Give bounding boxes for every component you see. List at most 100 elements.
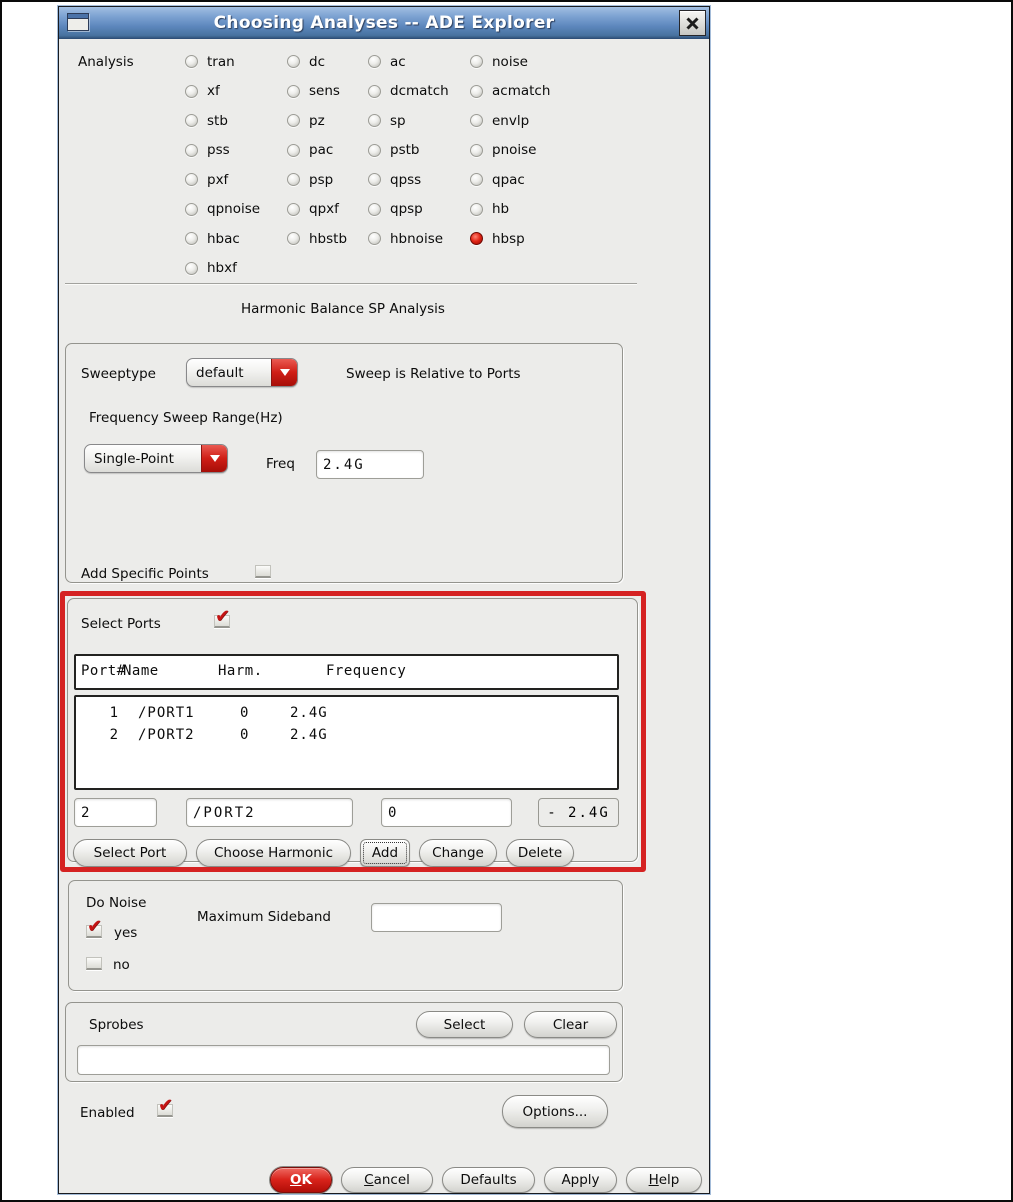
analysis-option-noise[interactable]: noise [470,47,590,77]
ports-table-list[interactable]: 1/PORT1 0 2.4G 2/PORT2 0 2.4G [74,695,619,790]
analysis-option-qpxf[interactable]: qpxf [287,195,368,225]
table-row[interactable]: 2/PORT2 0 2.4G [76,724,617,746]
radio-icon [470,232,483,246]
sweeptype-dropdown[interactable]: default [186,358,298,387]
cancel-button[interactable]: Cancel [341,1167,433,1193]
range-type-dropdown[interactable]: Single-Point [84,444,228,473]
analysis-option-label: noise [492,53,528,70]
do-noise-no-checkbox[interactable] [86,957,102,970]
analysis-option-ac[interactable]: ac [368,47,470,77]
radio-icon [185,173,198,187]
ports-table-header: Port# Name Harm. Frequency [74,654,619,690]
freq-input[interactable] [316,450,424,479]
dialog-title: Choosing Analyses -- ADE Explorer [213,12,555,33]
analysis-option-label: hbsp [492,230,525,247]
analysis-option-label: dc [309,53,325,70]
chevron-down-icon[interactable] [201,445,227,472]
choose-harmonic-button[interactable]: Choose Harmonic [196,839,351,867]
analysis-option-pac[interactable]: pac [287,136,368,166]
radio-icon [287,84,300,98]
defaults-button[interactable]: Defaults [442,1167,535,1193]
ports-column-name: Name [123,663,159,679]
table-cell: 1 [109,705,119,721]
apply-button[interactable]: Apply [544,1167,617,1193]
help-button[interactable]: Help [626,1167,702,1193]
analysis-option-hb[interactable]: hb [470,195,590,225]
analysis-option-hbstb[interactable]: hbstb [287,224,368,254]
table-row[interactable]: 1/PORT1 0 2.4G [76,697,617,724]
radio-icon [287,232,300,246]
sweeptype-label: Sweeptype [81,366,156,382]
radio-icon [185,114,198,128]
analysis-option-pstb[interactable]: pstb [368,136,470,166]
sprobes-clear-button[interactable]: Clear [524,1011,617,1038]
radio-icon [368,84,381,98]
title-bar[interactable]: Choosing Analyses -- ADE Explorer [59,7,709,39]
radio-icon [470,114,483,128]
add-specific-points-checkbox[interactable] [255,565,271,578]
sweep-group: Sweeptype default Sweep is Relative to P… [65,343,623,583]
radio-icon [368,202,381,216]
analysis-option-pxf[interactable]: pxf [185,165,287,195]
analysis-option-pss[interactable]: pss [185,136,287,166]
analysis-option-label: hbnoise [390,230,444,247]
analysis-option-dc[interactable]: dc [287,47,368,77]
do-noise-yes-checkbox[interactable] [86,916,102,938]
options-button[interactable]: Options... [502,1095,608,1128]
section-title: Harmonic Balance SP Analysis [241,301,445,317]
analysis-option-hbac[interactable]: hbac [185,224,287,254]
analysis-option-qpsp[interactable]: qpsp [368,195,470,225]
analysis-option-acmatch[interactable]: acmatch [470,77,590,107]
analysis-option-hbxf[interactable]: hbxf [185,254,287,284]
select-port-button[interactable]: Select Port [73,839,187,867]
dialog-body: Analysis tran dc ac noise xf sens dcmatch acmat… [59,39,709,1193]
analysis-option-psp[interactable]: psp [287,165,368,195]
analysis-option-xf[interactable]: xf [185,77,287,107]
radio-icon [185,202,198,216]
port-name-input[interactable] [186,798,353,827]
analysis-option-stb[interactable]: stb [185,106,287,136]
analysis-option-dcmatch[interactable]: dcmatch [368,77,470,107]
change-button[interactable]: Change [419,839,497,867]
select-ports-label: Select Ports [81,616,161,632]
analysis-option-label: qpss [390,171,422,188]
sprobes-select-button[interactable]: Select [416,1011,513,1038]
analysis-option-envlp[interactable]: envlp [470,106,590,136]
ports-column-port: Port# [81,663,126,679]
analysis-option-label: envlp [492,112,530,129]
radio-icon [185,84,198,98]
analysis-option-tran[interactable]: tran [185,47,287,77]
enabled-checkbox[interactable] [157,1095,173,1117]
radio-icon [470,84,483,98]
analysis-option-label: qpnoise [207,201,261,218]
close-icon[interactable] [679,10,706,36]
analysis-option-pnoise[interactable]: pnoise [470,136,590,166]
analysis-option-sens[interactable]: sens [287,77,368,107]
select-ports-checkbox[interactable] [214,606,230,628]
ok-button[interactable]: OK [270,1167,332,1193]
max-sideband-input[interactable] [371,903,502,932]
add-button[interactable]: Add [360,839,410,867]
analysis-option-pz[interactable]: pz [287,106,368,136]
table-cell: 0 [240,727,250,743]
analysis-option-label: stb [207,112,228,129]
radio-icon [368,232,381,246]
analysis-option-qpnoise[interactable]: qpnoise [185,195,287,225]
harmonic-input[interactable] [381,798,512,827]
analysis-option-hbsp[interactable]: hbsp [470,224,590,254]
radio-icon [287,173,300,187]
radio-icon [287,143,300,157]
analysis-option-qpac[interactable]: qpac [470,165,590,195]
analysis-option-label: sp [390,112,406,129]
choosing-analyses-dialog: Choosing Analyses -- ADE Explorer Analys… [57,5,711,1195]
chevron-down-icon[interactable] [271,359,297,386]
analysis-option-label: qpxf [309,201,339,218]
sprobes-input[interactable] [77,1045,610,1075]
analysis-option-hbnoise[interactable]: hbnoise [368,224,470,254]
analysis-option-qpss[interactable]: qpss [368,165,470,195]
delete-button[interactable]: Delete [506,839,574,867]
port-number-input[interactable] [74,798,157,827]
analysis-option-sp[interactable]: sp [368,106,470,136]
analysis-options-grid: tran dc ac noise xf sens dcmatch acmatch stb pz sp… [185,47,590,283]
radio-icon [185,143,198,157]
